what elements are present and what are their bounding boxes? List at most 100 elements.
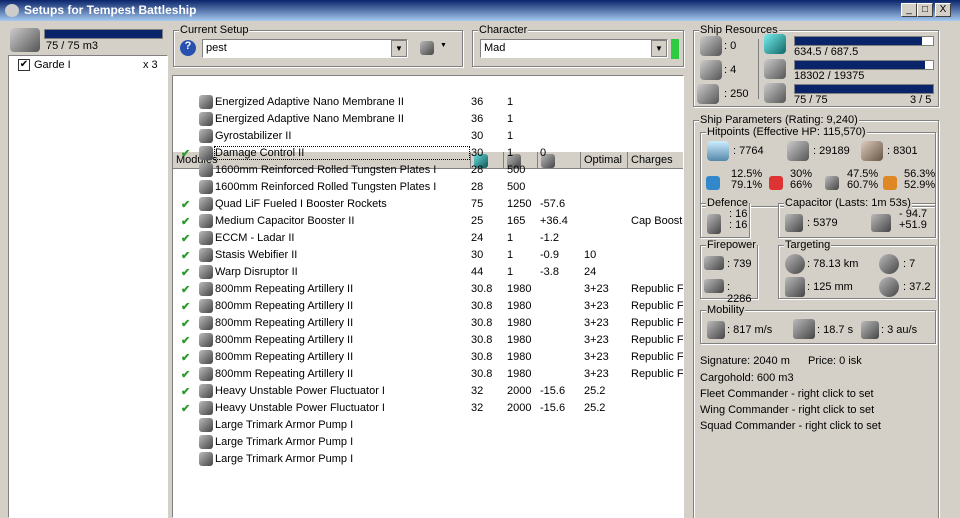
drone-item[interactable]: ✔ Garde I x 3	[9, 56, 167, 73]
menu-arrow-icon[interactable]: ▼	[440, 42, 447, 49]
module-icon	[199, 316, 213, 330]
module-cap: -3.8	[540, 266, 559, 278]
module-pg: 1	[507, 249, 514, 261]
fleet-commander[interactable]: Fleet Commander - right click to set	[700, 388, 874, 400]
module-cap: -0.9	[540, 249, 559, 261]
module-row[interactable]: ✔ Quad LiF Fueled I Booster Rockets 75 1250…	[173, 196, 683, 213]
module-row[interactable]: 1600mm Reinforced Rolled Tungsten Plates…	[173, 162, 683, 179]
drone-checkbox[interactable]: ✔	[18, 59, 30, 71]
ship-menu-icon[interactable]	[420, 41, 434, 55]
minimize-button[interactable]: _	[901, 3, 917, 17]
capacitor-amount: : 5379	[807, 217, 838, 229]
character-select[interactable]: Mad ▼	[480, 39, 668, 58]
close-button[interactable]: X	[935, 3, 951, 17]
window-title: Setups for Tempest Battleship	[24, 3, 197, 17]
module-icon	[199, 163, 213, 177]
firepower-label: Firepower	[706, 239, 757, 251]
max-targets-icon	[879, 254, 899, 274]
module-row[interactable]: ✔ Stasis Webifier II 30 1 -0.9 10	[173, 247, 683, 264]
module-icon	[199, 197, 213, 211]
module-cpu: 30	[471, 130, 484, 142]
module-row[interactable]: Energized Adaptive Nano Membrane II 36 1	[173, 111, 683, 128]
module-row[interactable]: ✔ Warp Disruptor II 44 1 -3.8 24	[173, 264, 683, 281]
module-row[interactable]: ✔ 800mm Repeating Artillery II 30.8 1980 3+2…	[173, 332, 683, 349]
module-pg: 1250	[507, 198, 532, 210]
module-icon	[199, 214, 213, 228]
turret-hardpoints: : 0	[724, 40, 737, 52]
module-row[interactable]: ✔ 800mm Repeating Artillery II 30.8 1980 3+2…	[173, 315, 683, 332]
module-icon	[199, 248, 213, 262]
chevron-down-icon[interactable]: ▼	[651, 40, 667, 57]
module-pg: 165	[507, 215, 526, 227]
module-row[interactable]: ✔ Heavy Unstable Power Fluctuator I 32 2000…	[173, 400, 683, 417]
help-icon[interactable]: ?	[180, 40, 196, 56]
module-row[interactable]: 1600mm Reinforced Rolled Tungsten Plates…	[173, 179, 683, 196]
calibration: : 250	[724, 88, 749, 100]
capacitor-label: Capacitor (Lasts: 1m 53s)	[784, 197, 912, 209]
character-group: Character Mad ▼	[472, 24, 684, 67]
module-cpu: 30.8	[471, 300, 493, 312]
module-name: Medium Capacitor Booster II	[215, 215, 355, 227]
module-icon	[199, 282, 213, 296]
maximize-button[interactable]: □	[917, 3, 933, 17]
drone-bandwidth-icon	[764, 83, 786, 103]
module-opt: 3+23	[584, 368, 609, 380]
drone-list[interactable]: ✔ Garde I x 3	[8, 55, 168, 518]
module-icon	[199, 367, 213, 381]
module-name: 800mm Repeating Artillery II	[215, 368, 354, 380]
character-value: Mad	[484, 42, 506, 54]
turret-dps-icon	[704, 256, 724, 270]
module-row[interactable]: Large Trimark Armor Pump I	[173, 451, 683, 468]
squad-commander[interactable]: Squad Commander - right click to set	[700, 420, 881, 432]
module-name: Energized Adaptive Nano Membrane II	[215, 96, 404, 108]
module-row[interactable]: ✔ 800mm Repeating Artillery II 30.8 1980 3+2…	[173, 349, 683, 366]
module-pg: 1980	[507, 317, 532, 329]
volley-value: : 2286	[727, 281, 752, 305]
module-row[interactable]: Gyrostabilizer II 30 1	[173, 128, 683, 145]
max-targets: : 7	[903, 258, 916, 270]
wing-commander[interactable]: Wing Commander - right click to set	[700, 404, 874, 416]
module-cpu: 30	[471, 147, 484, 159]
drones-active: 3 / 5	[910, 94, 932, 106]
drone-name: Garde I	[34, 59, 71, 71]
defence-group: Defence : 16: 16	[700, 197, 750, 238]
active-check-icon: ✔	[181, 148, 191, 160]
module-cpu: 28	[471, 164, 484, 176]
powergrid-bar	[794, 60, 934, 70]
module-name: Heavy Unstable Power Fluctuator I	[215, 402, 385, 414]
module-name: 1600mm Reinforced Rolled Tungsten Plates…	[215, 164, 437, 176]
title-bar: Setups for Tempest Battleship	[0, 0, 960, 21]
module-row[interactable]: ✔ 800mm Repeating Artillery II 30.8 1980 3+2…	[173, 298, 683, 315]
max-speed: : 817 m/s	[727, 324, 773, 336]
module-cap: 0	[540, 147, 547, 159]
module-charge: Republic Fleet	[631, 368, 683, 380]
module-row[interactable]: Large Trimark Armor Pump I	[173, 434, 683, 451]
module-row[interactable]: ✔ Medium Capacitor Booster II 25 165 +36.4 Ca…	[173, 213, 683, 230]
module-row[interactable]: Large Trimark Armor Pump I	[173, 417, 683, 434]
module-row[interactable]: Energized Adaptive Nano Membrane II 36 1	[173, 94, 683, 111]
setup-select[interactable]: pest ▼	[202, 39, 408, 58]
launcher-hardpoints: : 4	[724, 64, 737, 76]
drone-bay-bar	[44, 29, 163, 39]
module-cpu: 36	[471, 113, 484, 125]
drone-bandwidth-value: 75 / 75	[794, 94, 828, 106]
module-icon	[199, 180, 213, 194]
cpu-value: 634.5 / 687.5	[794, 46, 859, 58]
module-row[interactable]: ✔ 800mm Repeating Artillery II 30.8 1980 3+2…	[173, 281, 683, 298]
module-icon	[199, 231, 213, 245]
active-check-icon: ✔	[181, 199, 191, 211]
module-row[interactable]: ✔ ECCM - Ladar II 24 1 -1.2	[173, 230, 683, 247]
chevron-down-icon[interactable]: ▼	[391, 40, 407, 57]
thermal-resists: 30% 66%	[790, 169, 812, 191]
module-row[interactable]: ✔ Damage Control II 30 1 0	[173, 145, 683, 162]
active-check-icon: ✔	[181, 250, 191, 262]
module-row[interactable]: ✔ 800mm Repeating Artillery II 30.8 1980 3+2…	[173, 366, 683, 383]
module-pg: 1980	[507, 300, 532, 312]
module-cpu: 75	[471, 198, 484, 210]
current-setup-label: Current Setup	[179, 24, 250, 36]
module-icon	[199, 333, 213, 347]
module-name: 800mm Repeating Artillery II	[215, 283, 354, 295]
module-pg: 500	[507, 181, 526, 193]
module-row[interactable]: ✔ Heavy Unstable Power Fluctuator I 32 2000…	[173, 383, 683, 400]
targeting-range: : 78.13 km	[807, 258, 859, 270]
